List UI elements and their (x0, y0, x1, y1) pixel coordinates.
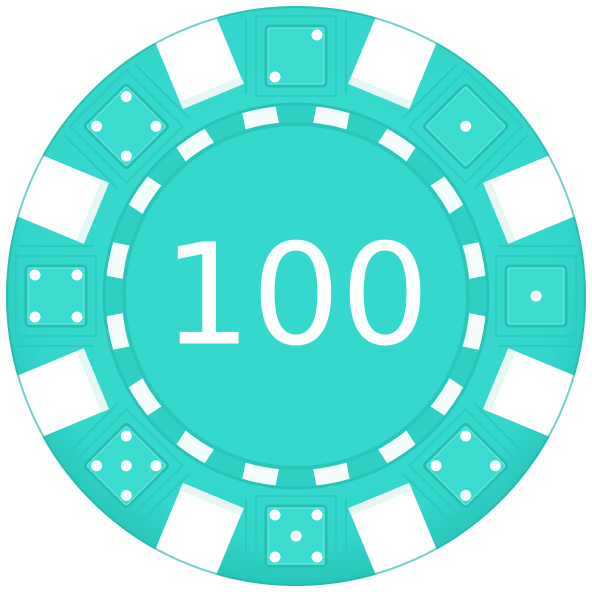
chip-value-label: 100 (162, 215, 429, 378)
die-pip (269, 509, 281, 521)
poker-chip-graphic: 100 (6, 6, 586, 586)
die-pip (269, 551, 281, 563)
die-pip (71, 311, 83, 323)
die-pip (311, 29, 323, 41)
die-pip (311, 509, 323, 521)
die-pip (290, 530, 302, 542)
die-pip (29, 311, 41, 323)
die-pip (311, 551, 323, 563)
die-pip (530, 290, 542, 302)
poker-chip: 100 (0, 0, 592, 592)
die-pip (269, 71, 281, 83)
die-pip (29, 269, 41, 281)
die-pip (71, 269, 83, 281)
